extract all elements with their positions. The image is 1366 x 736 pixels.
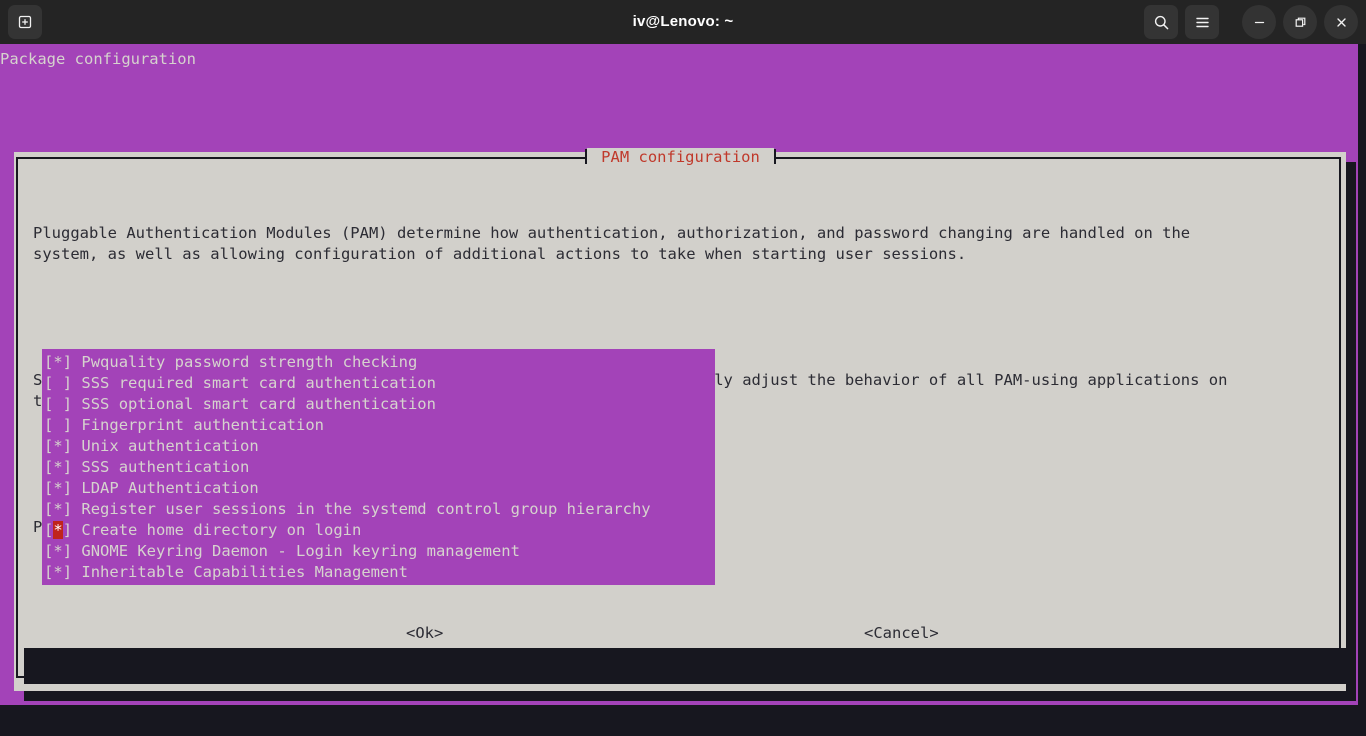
- checkbox-state: *: [53, 542, 63, 560]
- dialog-title-bar: PAM configuration: [18, 147, 1343, 166]
- dialog-inner-frame: PAM configuration Pluggable Authenticati…: [16, 147, 1343, 678]
- checklist-item[interactable]: [*] Register user sessions in the system…: [42, 499, 715, 520]
- checkbox-state: *: [53, 437, 63, 455]
- checkbox-bracket-close: ]: [62, 437, 73, 455]
- checkbox-state: *: [53, 563, 63, 581]
- search-button[interactable]: [1144, 5, 1178, 39]
- checklist-item[interactable]: [ ] SSS required smart card authenticati…: [42, 373, 715, 394]
- checkbox-bracket-open: [: [44, 374, 54, 392]
- cancel-button[interactable]: <Cancel>: [864, 622, 939, 644]
- checkbox-bracket-open: [: [44, 416, 54, 434]
- checklist-item-label: Fingerprint authentication: [72, 416, 324, 434]
- menu-button[interactable]: [1185, 5, 1219, 39]
- checklist-item[interactable]: [ ] Fingerprint authentication: [42, 415, 715, 436]
- checklist-item-label: Unix authentication: [72, 437, 259, 455]
- checkbox-bracket-close: ]: [62, 563, 73, 581]
- checkbox-bracket-open: [: [44, 395, 54, 413]
- checkbox-state-cursor: *: [53, 521, 63, 539]
- checklist-item[interactable]: [*] Unix authentication: [42, 436, 715, 457]
- titlebar-right-group: [1144, 5, 1358, 39]
- checkbox-bracket-open: [: [44, 521, 54, 539]
- checklist-item-label: Inheritable Capabilities Management: [72, 563, 408, 581]
- checkbox-bracket-close: ]: [62, 479, 73, 497]
- checkbox-bracket-close: ]: [62, 395, 73, 413]
- checkbox-bracket-close: ]: [62, 416, 73, 434]
- checkbox-state: *: [53, 479, 63, 497]
- checklist-item[interactable]: [*] Inheritable Capabilities Management: [42, 562, 715, 583]
- search-icon: [1154, 15, 1168, 29]
- checkbox-bracket-open: [: [44, 458, 54, 476]
- close-icon: [1336, 17, 1346, 27]
- terminal-canvas[interactable]: Package configuration PAM configuration …: [0, 44, 1366, 736]
- dialog-button-row: <Ok> <Cancel>: [18, 622, 1343, 644]
- paragraph-spacer-1: [33, 307, 1328, 328]
- checkbox-bracket-close: ]: [62, 458, 73, 476]
- checkbox-bracket-close: ]: [62, 542, 73, 560]
- terminal-bottom-bar: [0, 705, 1366, 736]
- checkbox-bracket-open: [: [44, 353, 54, 371]
- dialog-paragraph-1: Pluggable Authentication Modules (PAM) d…: [33, 224, 1191, 263]
- checkbox-bracket-open: [: [44, 500, 54, 518]
- ok-button[interactable]: <Ok>: [406, 622, 443, 644]
- terminal-right-edge: [1358, 44, 1366, 705]
- pam-profiles-checklist[interactable]: [*] Pwquality password strength checking…: [42, 349, 715, 585]
- checkbox-bracket-close: ]: [62, 500, 73, 518]
- hamburger-menu-icon: [1195, 17, 1209, 27]
- dialog-title: PAM configuration: [587, 147, 774, 166]
- checkbox-state: *: [53, 500, 63, 518]
- checklist-item-label: Create home directory on login: [72, 521, 362, 539]
- checklist-item-label: Register user sessions in the systemd co…: [72, 500, 651, 518]
- checklist-item[interactable]: [*] LDAP Authentication: [42, 478, 715, 499]
- minimize-icon: [1254, 21, 1264, 23]
- checkbox-state: [53, 374, 62, 392]
- checklist-item[interactable]: [*] GNOME Keyring Daemon - Login keyring…: [42, 541, 715, 562]
- checklist-item[interactable]: [*] Create home directory on login: [42, 520, 715, 541]
- checkbox-bracket-open: [: [44, 479, 54, 497]
- checkbox-bracket-open: [: [44, 542, 54, 560]
- checkbox-bracket-close: ]: [62, 374, 73, 392]
- checkbox-state: *: [53, 353, 63, 371]
- window-titlebar: iv@Lenovo: ~: [0, 0, 1366, 44]
- close-button[interactable]: [1324, 5, 1358, 39]
- minimize-button[interactable]: [1242, 5, 1276, 39]
- checklist-item[interactable]: [ ] SSS optional smart card authenticati…: [42, 394, 715, 415]
- checkbox-state: *: [53, 458, 63, 476]
- maximize-icon: [1295, 17, 1305, 27]
- checkbox-bracket-open: [: [44, 563, 54, 581]
- checkbox-state: [53, 416, 62, 434]
- package-configuration-header: Package configuration: [0, 50, 196, 68]
- dialog-title-notch-right: [773, 149, 776, 164]
- checklist-item-label: GNOME Keyring Daemon - Login keyring man…: [72, 542, 520, 560]
- checklist-item-label: SSS optional smart card authentication: [72, 395, 436, 413]
- checklist-item-label: SSS required smart card authentication: [72, 374, 436, 392]
- checklist-item[interactable]: [*] SSS authentication: [42, 457, 715, 478]
- checklist-item-label: SSS authentication: [72, 458, 250, 476]
- checklist-item-label: Pwquality password strength checking: [72, 353, 418, 371]
- checkbox-bracket-close: ]: [62, 521, 73, 539]
- terminal-shadow-strip: [24, 648, 1356, 684]
- checklist-item-label: LDAP Authentication: [72, 479, 259, 497]
- checkbox-bracket-open: [: [44, 437, 54, 455]
- checklist-item[interactable]: [*] Pwquality password strength checking: [42, 352, 715, 373]
- checkbox-bracket-close: ]: [62, 353, 73, 371]
- checkbox-state: [53, 395, 62, 413]
- pam-configuration-dialog: PAM configuration Pluggable Authenticati…: [14, 147, 1346, 691]
- maximize-button[interactable]: [1283, 5, 1317, 39]
